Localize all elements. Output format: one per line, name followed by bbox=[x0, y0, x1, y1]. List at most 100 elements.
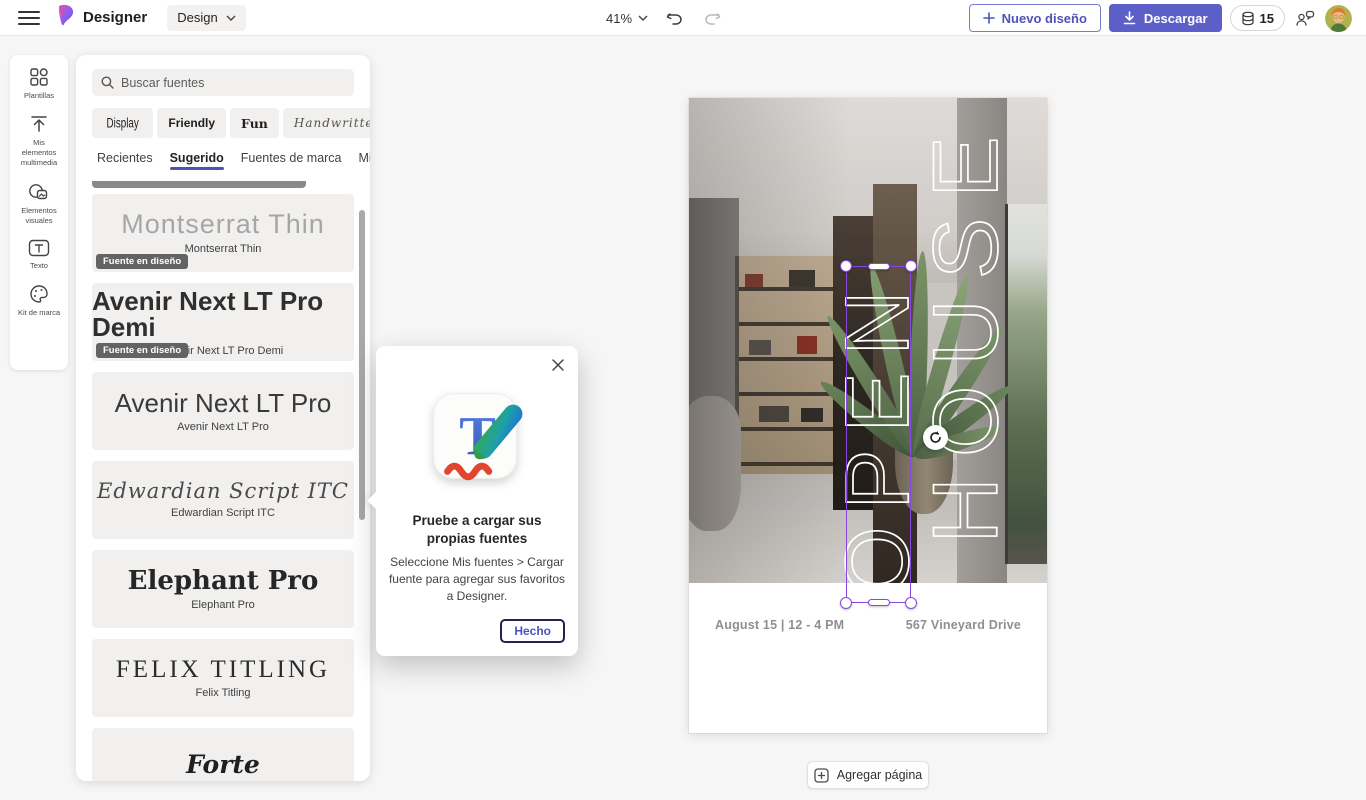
font-card-montserrat-thin[interactable]: Montserrat Thin Montserrat Thin Fuente e… bbox=[92, 194, 354, 272]
popup-body: Seleccione Mis fuentes > Cargar fuente p… bbox=[388, 554, 566, 604]
user-avatar[interactable] bbox=[1325, 5, 1352, 32]
app-name: Designer bbox=[83, 9, 147, 26]
font-preview: Elephant Pro bbox=[128, 568, 319, 594]
undo-button[interactable] bbox=[662, 6, 686, 30]
sidebar-item-plantillas[interactable]: Plantillas bbox=[17, 67, 61, 101]
chevron-down-icon bbox=[638, 15, 648, 21]
tab-mis-fuentes[interactable]: Mis bbox=[359, 151, 370, 172]
sidebar-item-elementos-visuales[interactable]: Elementos visuales bbox=[17, 182, 61, 226]
font-name: Elephant Pro bbox=[191, 599, 255, 611]
chip-fun[interactable]: Fun bbox=[230, 108, 279, 138]
font-card-avenir[interactable]: Avenir Next LT Pro Avenir Next LT Pro bbox=[92, 372, 354, 450]
new-design-label: Nuevo diseño bbox=[1002, 11, 1087, 26]
font-search-input[interactable] bbox=[121, 76, 321, 90]
tab-fuentes-de-marca[interactable]: Fuentes de marca bbox=[241, 151, 342, 172]
chip-label: Handwritten bbox=[294, 116, 370, 130]
new-design-button[interactable]: Nuevo diseño bbox=[969, 4, 1101, 32]
download-icon bbox=[1123, 11, 1136, 25]
visual-elements-icon bbox=[28, 182, 50, 202]
undo-icon bbox=[666, 11, 683, 26]
done-button[interactable]: Hecho bbox=[500, 619, 565, 643]
font-list: Montserrat Thin Montserrat Thin Fuente e… bbox=[92, 194, 354, 781]
resize-handle-top-right[interactable] bbox=[905, 260, 917, 272]
resize-handle-top-middle[interactable] bbox=[868, 263, 890, 270]
sidebar-label: Elementos visuales bbox=[17, 206, 61, 226]
font-name: Avenir Next LT Pro bbox=[177, 421, 269, 433]
upload-fonts-popup: T Pruebe a cargar sus propias fuentes Se… bbox=[376, 346, 578, 656]
font-card-felix[interactable]: FELIX TITLING Felix Titling bbox=[92, 639, 354, 717]
upload-font-illustration-icon: T bbox=[418, 380, 536, 498]
font-preview: Avenir Next LT Pro bbox=[115, 390, 332, 416]
download-label: Descargar bbox=[1144, 11, 1208, 26]
close-icon[interactable] bbox=[550, 357, 566, 373]
chip-label: Fun bbox=[241, 116, 268, 131]
credits-count: 15 bbox=[1260, 11, 1274, 26]
topbar-actions: Nuevo diseño Descargar 15 bbox=[969, 4, 1352, 32]
feedback-button[interactable] bbox=[1293, 6, 1317, 30]
font-card-elephant[interactable]: Elephant Pro Elephant Pro bbox=[92, 550, 354, 628]
add-page-label: Agregar página bbox=[837, 768, 922, 782]
font-name: Edwardian Script ITC bbox=[171, 507, 275, 519]
sidebar-label: Plantillas bbox=[17, 91, 61, 101]
popup-title: Pruebe a cargar sus propias fuentes bbox=[392, 512, 562, 547]
app-brand: Designer bbox=[56, 4, 147, 31]
templates-grid-icon bbox=[29, 67, 49, 87]
design-canvas-page[interactable]: HOUSE OPEN August 15 | 12 - 4 PM 567 Vin… bbox=[689, 98, 1047, 733]
chip-label: Display bbox=[107, 115, 139, 131]
add-page-button[interactable]: Agregar página bbox=[807, 761, 929, 789]
add-page-plus-icon bbox=[814, 768, 829, 783]
rotate-icon bbox=[928, 430, 943, 445]
event-date-text[interactable]: August 15 | 12 - 4 PM bbox=[715, 618, 844, 632]
redo-button[interactable] bbox=[700, 6, 724, 30]
credits-counter[interactable]: 15 bbox=[1230, 5, 1285, 31]
canvas-caption-row: August 15 | 12 - 4 PM 567 Vineyard Drive bbox=[689, 618, 1047, 632]
canvas-controls: 41% bbox=[606, 0, 724, 36]
font-preview: Edwardian Script ITC bbox=[97, 481, 349, 502]
sidebar-label: Texto bbox=[17, 261, 61, 271]
font-list-scrollbar[interactable] bbox=[359, 210, 365, 520]
chip-handwritten[interactable]: Handwritten bbox=[283, 108, 370, 138]
download-button[interactable]: Descargar bbox=[1109, 4, 1222, 32]
chip-friendly[interactable]: Friendly bbox=[157, 108, 226, 138]
rotate-handle[interactable] bbox=[923, 425, 948, 450]
font-in-design-badge: Fuente en diseño bbox=[96, 343, 188, 358]
font-search[interactable] bbox=[92, 69, 354, 96]
designer-logo-icon bbox=[56, 4, 76, 31]
hamburger-menu-icon[interactable] bbox=[18, 7, 40, 29]
resize-handle-bottom-middle[interactable] bbox=[868, 599, 890, 606]
sidebar-item-mis-elementos[interactable]: Mis elementos multimedia bbox=[17, 114, 61, 168]
font-filter-chips: Display Friendly Fun Handwritten Mo bbox=[76, 108, 370, 138]
chip-label: Friendly bbox=[168, 116, 215, 130]
popup-arrow bbox=[367, 491, 385, 509]
font-preview: Avenir Next LT Pro Demi bbox=[92, 288, 354, 340]
zoom-control[interactable]: 41% bbox=[606, 11, 648, 26]
tab-recientes[interactable]: Recientes bbox=[97, 151, 153, 172]
scrolled-item-remnant bbox=[92, 181, 306, 188]
font-card-avenir-demi[interactable]: Avenir Next LT Pro Demi Avenir Next LT P… bbox=[92, 283, 354, 361]
redo-icon bbox=[704, 11, 721, 26]
font-card-edwardian[interactable]: Edwardian Script ITC Edwardian Script IT… bbox=[92, 461, 354, 539]
text-icon bbox=[28, 239, 50, 257]
font-card-forte[interactable]: Forte bbox=[92, 728, 354, 781]
design-menu[interactable]: Design bbox=[167, 5, 245, 31]
resize-handle-bottom-left[interactable] bbox=[840, 597, 852, 609]
sidebar-label: Kit de marca bbox=[17, 308, 61, 318]
selection-box[interactable] bbox=[846, 266, 911, 603]
plus-icon bbox=[983, 12, 995, 24]
font-preview: FELIX TITLING bbox=[116, 657, 330, 682]
tab-sugerido[interactable]: Sugerido bbox=[170, 151, 224, 172]
chevron-down-icon bbox=[226, 15, 236, 21]
chip-display[interactable]: Display bbox=[92, 108, 153, 138]
font-in-design-badge: Fuente en diseño bbox=[96, 254, 188, 269]
sidebar-item-texto[interactable]: Texto bbox=[17, 239, 61, 271]
resize-handle-bottom-right[interactable] bbox=[905, 597, 917, 609]
left-toolbar: Plantillas Mis elementos multimedia Elem… bbox=[10, 55, 68, 370]
font-preview: Forte bbox=[186, 752, 260, 777]
sidebar-item-kit-de-marca[interactable]: Kit de marca bbox=[17, 284, 61, 318]
designer-app: Designer Design 41% bbox=[0, 0, 1366, 800]
credits-coins-icon bbox=[1241, 11, 1255, 26]
resize-handle-top-left[interactable] bbox=[840, 260, 852, 272]
font-preview: Montserrat Thin bbox=[121, 211, 325, 238]
event-address-text[interactable]: 567 Vineyard Drive bbox=[906, 618, 1021, 632]
search-icon bbox=[101, 76, 114, 89]
